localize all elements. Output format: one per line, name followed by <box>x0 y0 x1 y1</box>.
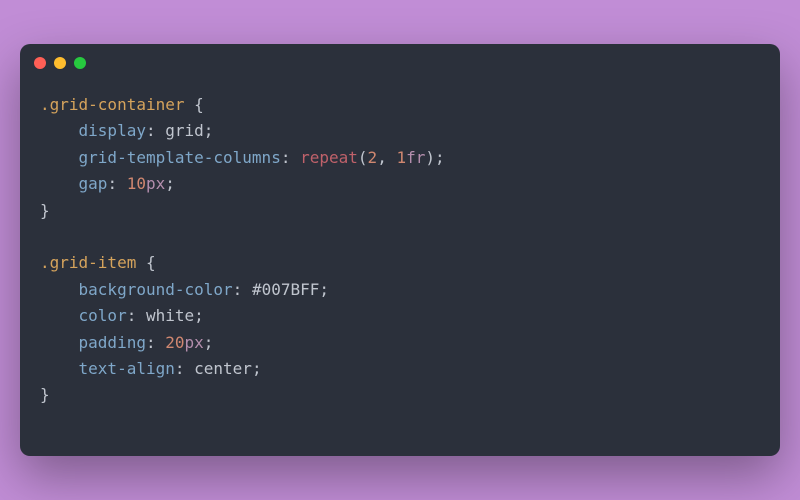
colon: : <box>281 148 291 167</box>
css-number: 2 <box>368 148 378 167</box>
css-property: display <box>79 121 146 140</box>
close-brace: } <box>40 201 50 220</box>
semicolon: ; <box>252 359 262 378</box>
maximize-icon[interactable] <box>74 57 86 69</box>
css-value: #007BFF <box>252 280 319 299</box>
css-unit: fr <box>406 148 425 167</box>
semicolon: ; <box>435 148 445 167</box>
css-property: padding <box>79 333 146 352</box>
css-number: 10 <box>127 174 146 193</box>
colon: : <box>233 280 243 299</box>
open-paren: ( <box>358 148 368 167</box>
css-property: gap <box>79 174 108 193</box>
css-number: 20 <box>165 333 184 352</box>
open-brace: { <box>194 95 204 114</box>
css-number: 1 <box>396 148 406 167</box>
open-brace: { <box>146 253 156 272</box>
css-function: repeat <box>300 148 358 167</box>
semicolon: ; <box>165 174 175 193</box>
colon: : <box>146 121 156 140</box>
css-unit: px <box>146 174 165 193</box>
css-value: white <box>146 306 194 325</box>
minimize-icon[interactable] <box>54 57 66 69</box>
css-selector: .grid-item <box>40 253 136 272</box>
code-block: .grid-container { display: grid; grid-te… <box>20 82 780 429</box>
window-titlebar <box>20 44 780 82</box>
semicolon: ; <box>194 306 204 325</box>
semicolon: ; <box>204 121 214 140</box>
close-brace: } <box>40 385 50 404</box>
css-property: color <box>79 306 127 325</box>
css-value: center <box>194 359 252 378</box>
semicolon: ; <box>319 280 329 299</box>
comma: , <box>377 148 387 167</box>
css-property: background-color <box>79 280 233 299</box>
css-unit: px <box>185 333 204 352</box>
colon: : <box>175 359 185 378</box>
css-selector: .grid-container <box>40 95 185 114</box>
css-property: text-align <box>79 359 175 378</box>
colon: : <box>127 306 137 325</box>
close-paren: ) <box>425 148 435 167</box>
close-icon[interactable] <box>34 57 46 69</box>
css-value: grid <box>165 121 204 140</box>
css-property: grid-template-columns <box>79 148 281 167</box>
semicolon: ; <box>204 333 214 352</box>
colon: : <box>107 174 117 193</box>
colon: : <box>146 333 156 352</box>
code-window: .grid-container { display: grid; grid-te… <box>20 44 780 456</box>
